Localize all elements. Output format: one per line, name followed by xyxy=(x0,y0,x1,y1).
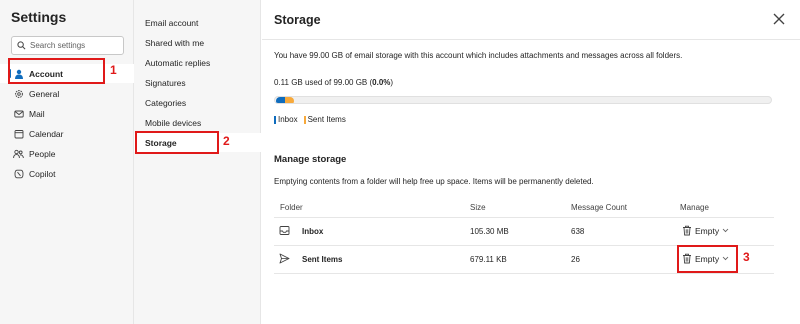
trash-icon xyxy=(683,225,691,236)
account-subnav-pane: Email account Shared with me Automatic r… xyxy=(134,0,261,324)
folder-message-count: 26 xyxy=(571,255,580,264)
table-divider xyxy=(274,273,774,274)
subnav-signatures[interactable]: Signatures xyxy=(134,73,261,92)
annotation-box-account xyxy=(8,58,105,84)
column-header-size: Size xyxy=(470,203,486,212)
close-icon[interactable] xyxy=(772,12,786,26)
search-placeholder: Search settings xyxy=(30,41,86,50)
storage-used-percent: 0.0% xyxy=(372,78,391,87)
storage-panel: Storage You have 99.00 GB of email stora… xyxy=(262,0,800,324)
people-icon xyxy=(13,148,24,159)
nav-item-calendar[interactable]: Calendar xyxy=(0,124,134,143)
search-settings-input[interactable]: Search settings xyxy=(11,36,124,55)
usage-segment-inbox xyxy=(276,97,285,103)
folder-message-count: 638 xyxy=(571,227,585,236)
gear-icon xyxy=(13,88,24,99)
calendar-icon xyxy=(13,128,24,139)
column-header-manage: Manage xyxy=(680,203,709,212)
annotation-number: 3 xyxy=(743,250,750,264)
nav-item-label: General xyxy=(29,88,60,99)
nav-item-mail[interactable]: Mail xyxy=(0,104,134,123)
subnav-automatic-replies[interactable]: Automatic replies xyxy=(134,53,261,72)
page-title: Storage xyxy=(274,13,321,27)
folder-name: Inbox xyxy=(302,227,324,236)
folder-name: Sent Items xyxy=(302,255,343,264)
annotation-number: 1 xyxy=(110,63,117,77)
nav-item-people[interactable]: People xyxy=(0,144,134,163)
nav-item-label: Mail xyxy=(29,108,45,119)
annotation-box-empty-sent xyxy=(677,245,738,273)
settings-title: Settings xyxy=(11,9,67,25)
send-icon xyxy=(279,253,290,264)
copilot-icon xyxy=(13,168,24,179)
subnav-categories[interactable]: Categories xyxy=(134,93,261,112)
nav-item-label: Calendar xyxy=(29,128,64,139)
storage-used-text: 0.11 GB used of 99.00 GB (0.0%) xyxy=(274,78,394,87)
nav-item-label: Copilot xyxy=(29,168,56,179)
search-icon xyxy=(17,41,26,50)
legend-item-inbox: Inbox xyxy=(274,115,298,124)
chevron-down-icon xyxy=(722,228,729,233)
subnav-email-account[interactable]: Email account xyxy=(134,13,261,32)
manage-storage-description: Emptying contents from a folder will hel… xyxy=(274,177,594,186)
empty-label: Empty xyxy=(695,225,720,236)
annotation-box-storage xyxy=(135,131,219,154)
nav-item-general[interactable]: General xyxy=(0,84,134,103)
storage-description: You have 99.00 GB of email storage with … xyxy=(274,51,683,60)
table-divider xyxy=(274,217,774,218)
legend-item-sent-items: Sent Items xyxy=(303,115,346,124)
nav-item-label: People xyxy=(29,148,56,159)
column-header-folder: Folder xyxy=(280,203,303,212)
nav-item-copilot[interactable]: Copilot xyxy=(0,164,134,183)
subnav-shared-with-me[interactable]: Shared with me xyxy=(134,33,261,52)
usage-segment-sent-items xyxy=(285,97,294,103)
header-divider xyxy=(262,39,800,40)
usage-legend: Inbox Sent Items xyxy=(274,115,346,124)
column-header-message-count: Message Count xyxy=(571,203,628,212)
inbox-icon xyxy=(279,226,290,235)
empty-inbox-button[interactable]: Empty xyxy=(682,225,729,236)
annotation-number: 2 xyxy=(223,134,230,148)
settings-nav-pane: Settings Search settings Account General… xyxy=(0,0,134,324)
mail-icon xyxy=(13,108,24,119)
manage-storage-heading: Manage storage xyxy=(274,154,347,165)
storage-usage-bar xyxy=(274,96,772,104)
folder-size: 105.30 MB xyxy=(470,227,509,236)
subnav-mobile-devices[interactable]: Mobile devices xyxy=(134,113,261,132)
folder-size: 679.11 KB xyxy=(470,255,507,264)
